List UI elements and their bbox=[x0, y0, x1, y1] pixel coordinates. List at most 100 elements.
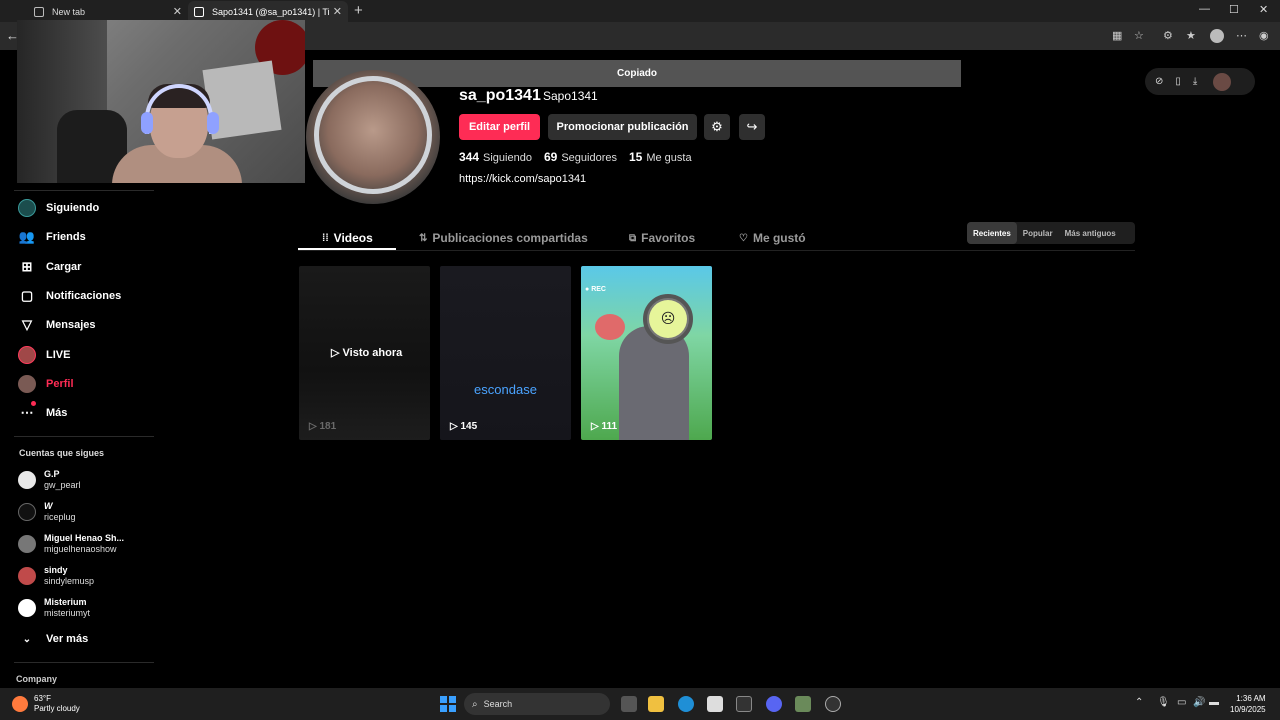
account-name: sindy bbox=[44, 565, 68, 575]
live-icon bbox=[18, 346, 36, 364]
extensions-icon[interactable]: ⚙ bbox=[1163, 29, 1173, 42]
share-icon[interactable]: ↪ bbox=[739, 114, 765, 140]
followed-account[interactable]: Miguel Henao Sh... miguelhenaoshow bbox=[18, 531, 124, 557]
discord-icon[interactable] bbox=[766, 696, 782, 712]
collections-icon[interactable]: ★ bbox=[1186, 29, 1196, 42]
headset-ear-left bbox=[141, 112, 153, 134]
profile-nickname: Sapo1341 bbox=[543, 89, 598, 103]
sidebar-item-label: Más bbox=[46, 407, 68, 419]
obs-icon[interactable] bbox=[825, 696, 841, 712]
sidebar-item-friends[interactable]: 👥 Friends bbox=[18, 226, 86, 248]
copilot-icon[interactable]: ◉ bbox=[1259, 29, 1269, 42]
weather-condition: Partly cloudy bbox=[34, 704, 80, 713]
tab-title: Sapo1341 (@sa_po1341) | TikTok bbox=[212, 6, 329, 17]
unity-icon[interactable] bbox=[736, 696, 752, 712]
close-window-button[interactable]: ✕ bbox=[1259, 3, 1268, 16]
followed-account[interactable]: Misterium misteriumyt bbox=[18, 595, 90, 621]
sidebar-divider bbox=[14, 662, 154, 663]
browser-profile-avatar[interactable] bbox=[1210, 29, 1224, 43]
windows-start-icon[interactable] bbox=[440, 696, 456, 712]
stat-followers[interactable]: 69 Seguidores bbox=[544, 150, 617, 164]
search-icon: ⌕ bbox=[472, 698, 478, 710]
sidebar-item-live[interactable]: LIVE bbox=[18, 344, 70, 366]
tab-favorites[interactable]: ⧉ Favoritos bbox=[629, 228, 695, 248]
followed-account[interactable]: W riceplug bbox=[18, 499, 76, 525]
account-name: Miguel Henao Sh... bbox=[44, 533, 125, 543]
pink-character bbox=[595, 314, 625, 340]
view-count: ▷ 181 bbox=[309, 421, 337, 432]
profile-avatar[interactable] bbox=[306, 70, 440, 204]
volume-icon[interactable]: 🔊 bbox=[1193, 697, 1205, 708]
apps-icon[interactable]: ▦ bbox=[1112, 29, 1122, 42]
sidebar-item-perfil[interactable]: Perfil bbox=[18, 373, 74, 395]
tab-videos[interactable]: ⁞⁞ Videos bbox=[322, 228, 373, 248]
account-handle: misteriumyt bbox=[44, 608, 91, 618]
video-thumbnail[interactable]: ● REC ☹ ▷ 111 bbox=[581, 266, 712, 440]
edge-browser-icon[interactable] bbox=[678, 696, 694, 712]
video-thumbnail[interactable]: escondase ▷ 145 bbox=[440, 266, 571, 440]
compass-icon[interactable]: ⊘ bbox=[1155, 76, 1163, 87]
user-avatar[interactable] bbox=[1213, 72, 1232, 91]
watched-now-label: ▷ Visto ahora bbox=[331, 347, 403, 359]
sidebar-item-notificaciones[interactable]: ▢ Notificaciones bbox=[18, 285, 121, 307]
stat-following[interactable]: 344 Siguiendo bbox=[459, 150, 532, 164]
notification-dot bbox=[31, 401, 36, 406]
active-tab-indicator bbox=[298, 248, 396, 250]
device-icon[interactable]: ▯ bbox=[1175, 76, 1181, 87]
headset-ear-right bbox=[207, 112, 219, 134]
tab-label: Videos bbox=[333, 231, 373, 245]
taskbar-search[interactable]: ⌕ Search bbox=[464, 693, 610, 715]
edit-profile-button[interactable]: Editar perfil bbox=[459, 114, 540, 140]
network-icon[interactable]: ▭ bbox=[1177, 697, 1186, 708]
task-view-icon[interactable] bbox=[621, 696, 637, 712]
close-tab-icon[interactable]: ✕ bbox=[173, 5, 182, 18]
app-icon[interactable] bbox=[795, 696, 811, 712]
sidebar-item-siguiendo[interactable]: Siguiendo bbox=[18, 197, 99, 219]
grid-icon: ⁞⁞ bbox=[322, 232, 329, 244]
clock-time: 1:36 AM bbox=[1236, 694, 1266, 703]
tab-shared-posts[interactable]: ⇅ Publicaciones compartidas bbox=[419, 228, 588, 248]
sort-popular[interactable]: Popular bbox=[1017, 222, 1059, 244]
avatar bbox=[18, 535, 36, 553]
battery-icon[interactable]: ▬ bbox=[1209, 697, 1219, 708]
sort-oldest[interactable]: Más antiguos bbox=[1059, 222, 1122, 244]
tab-new-tab[interactable]: New tab ✕ bbox=[28, 1, 188, 22]
see-more-label: Ver más bbox=[46, 633, 89, 645]
avatar-ring bbox=[314, 76, 432, 194]
favorite-star-icon[interactable]: ☆ bbox=[1134, 29, 1144, 42]
promote-post-button[interactable]: Promocionar publicación bbox=[548, 114, 697, 140]
robot-figure bbox=[619, 326, 689, 440]
sidebar-item-cargar[interactable]: ⊞ Cargar bbox=[18, 256, 82, 278]
minimize-button[interactable]: — bbox=[1199, 3, 1210, 15]
microphone-icon[interactable]: 🎙 bbox=[1157, 697, 1170, 708]
more-menu-icon[interactable]: ⋯ bbox=[1236, 29, 1247, 42]
followed-account[interactable]: sindy sindylemusp bbox=[18, 563, 94, 589]
messages-icon: ▽ bbox=[22, 317, 32, 332]
sidebar-divider bbox=[14, 436, 154, 437]
clock-date: 10/9/2025 bbox=[1230, 705, 1266, 714]
top-right-actions: ⊘ ▯ ⤓ bbox=[1145, 68, 1255, 95]
sidebar-item-mensajes[interactable]: ▽ Mensajes bbox=[18, 314, 96, 336]
video-thumbnail[interactable]: ▷ Visto ahora ▷ 181 bbox=[299, 266, 430, 440]
file-explorer-icon[interactable] bbox=[648, 696, 664, 712]
tab-liked[interactable]: ♡ Me gustó bbox=[739, 228, 806, 248]
download-icon[interactable]: ⤓ bbox=[1193, 76, 1197, 87]
maximize-button[interactable]: ☐ bbox=[1229, 3, 1239, 16]
new-tab-button[interactable]: + bbox=[354, 2, 363, 19]
followed-account[interactable]: G.P gw_pearl bbox=[18, 467, 81, 493]
sidebar-item-label: Cargar bbox=[46, 261, 82, 273]
account-name: W bbox=[44, 501, 53, 511]
tab-tiktok-profile[interactable]: Sapo1341 (@sa_po1341) | TikTok ✕ bbox=[188, 1, 348, 22]
close-tab-icon[interactable]: ✕ bbox=[333, 5, 342, 18]
sort-recent[interactable]: Recientes bbox=[967, 222, 1017, 244]
settings-gear-icon[interactable]: ⚙ bbox=[704, 114, 730, 140]
taskbar-clock[interactable]: 1:36 AM 10/9/2025 bbox=[1230, 693, 1266, 715]
store-icon[interactable] bbox=[707, 696, 723, 712]
tray-chevron-icon[interactable]: ⌃ bbox=[1135, 697, 1143, 708]
sidebar-item-mas[interactable]: ⋯ Más bbox=[18, 401, 68, 424]
weather-widget[interactable]: 63°F Partly cloudy bbox=[12, 694, 80, 714]
company-link[interactable]: Company bbox=[16, 674, 57, 684]
profile-link[interactable]: https://kick.com/sapo1341 bbox=[459, 173, 586, 185]
see-more-button[interactable]: ⌄ Ver más bbox=[18, 628, 88, 650]
tab-title: New tab bbox=[52, 6, 86, 17]
